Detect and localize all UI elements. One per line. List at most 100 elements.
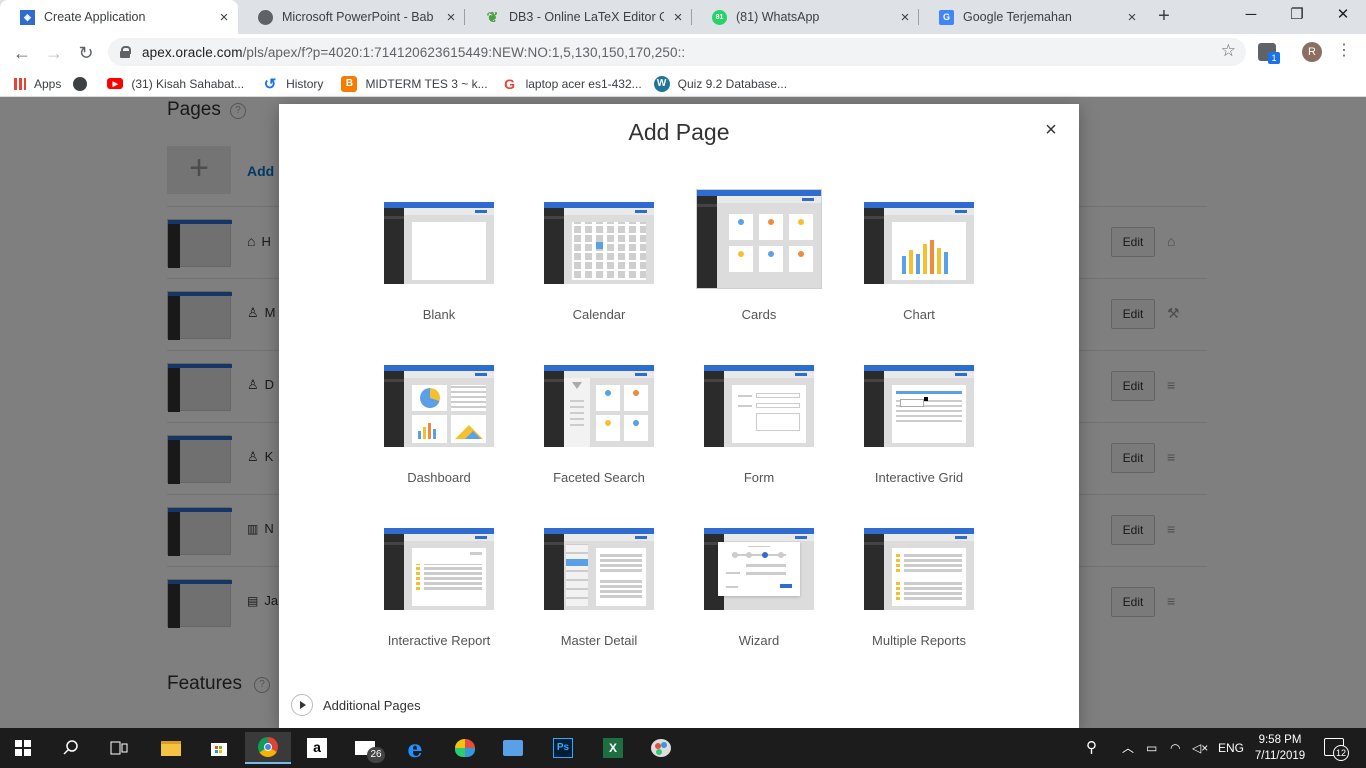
close-tab-icon[interactable]: ×	[1118, 9, 1146, 26]
clock-time: 9:58 PM	[1258, 734, 1302, 746]
tab-overleaf[interactable]: ❦ DB3 - Online LaTeX Editor Ove ×	[465, 0, 692, 34]
blank-thumbnail	[384, 202, 494, 284]
bookmarks-bar: Apps ▶ (31) Kisah Sahabat... ↺ History B…	[0, 71, 1366, 97]
page-type-master-detail[interactable]: Master Detail	[529, 520, 669, 668]
close-icon[interactable]: ×	[1041, 120, 1061, 140]
card-label: Master Detail	[560, 633, 638, 648]
window-close-button[interactable]: ✕	[1320, 0, 1366, 30]
bookmark-apps[interactable]: Apps	[14, 77, 61, 91]
wordpress-icon: W	[653, 75, 670, 92]
multiple-reports-thumbnail	[864, 528, 974, 610]
edge-icon[interactable]: e	[392, 732, 438, 764]
bookmark-label: laptop acer es1-432...	[525, 76, 642, 91]
globe-icon	[73, 76, 88, 91]
clock-date: 7/11/2019	[1254, 750, 1306, 762]
additional-pages-toggle[interactable]: Additional Pages	[291, 694, 421, 716]
blogger-icon: B	[341, 75, 358, 92]
search-icon[interactable]	[48, 732, 94, 764]
back-arrow-icon[interactable]: ←	[9, 40, 35, 66]
mail-icon[interactable]: 26	[342, 732, 388, 764]
store-icon[interactable]	[196, 732, 242, 764]
maximize-button[interactable]: ❐	[1274, 0, 1320, 30]
page-type-cards[interactable]: Cards	[689, 190, 829, 338]
bookmark-label: Apps	[34, 76, 62, 91]
form-thumbnail	[704, 365, 814, 447]
page-type-multiple-reports[interactable]: Multiple Reports	[849, 520, 989, 668]
mail-badge: 26	[367, 747, 385, 763]
new-tab-button[interactable]: +	[1152, 6, 1176, 28]
file-explorer-icon[interactable]	[148, 732, 194, 764]
interactive-grid-thumbnail	[864, 365, 974, 447]
magnifier-app-icon[interactable]	[490, 732, 536, 764]
forward-arrow-icon[interactable]: →	[41, 40, 67, 66]
bookmark-quiz[interactable]: W Quiz 9.2 Database...	[653, 75, 787, 92]
paint-icon[interactable]	[442, 732, 488, 764]
tab-title: DB3 - Online LaTeX Editor Ove	[509, 10, 664, 24]
youtube-icon: ▶	[107, 78, 124, 89]
paint-palette-icon[interactable]	[638, 732, 684, 764]
page-type-blank[interactable]: Blank	[369, 194, 509, 342]
extension-icon[interactable]: 1	[1258, 43, 1280, 64]
bookmark-kisah-sahabat[interactable]: ▶ (31) Kisah Sahabat...	[107, 77, 244, 91]
extension-badge: 1	[1268, 52, 1280, 64]
people-icon[interactable]: ⚲	[1086, 728, 1097, 768]
page-type-wizard[interactable]: Wizard	[689, 520, 829, 668]
page-type-interactive-grid[interactable]: Interactive Grid	[849, 357, 989, 505]
google-translate-icon: G	[939, 9, 954, 25]
excel-icon[interactable]: X	[590, 732, 636, 764]
page-type-form[interactable]: Form	[689, 357, 829, 505]
card-label: Chart	[903, 307, 935, 322]
minimize-button[interactable]: ─	[1228, 0, 1274, 30]
card-label: Interactive Report	[387, 633, 491, 648]
tab-title: Microsoft PowerPoint - Bab 3.p	[282, 10, 437, 24]
url-host: apex.oracle.com	[142, 44, 243, 60]
card-label: Cards	[741, 307, 777, 322]
play-triangle-icon	[291, 694, 313, 716]
tab-powerpoint[interactable]: Microsoft PowerPoint - Bab 3.p ×	[238, 0, 465, 34]
avatar[interactable]: R	[1302, 42, 1322, 62]
notification-icon[interactable]: 12	[1324, 738, 1349, 761]
wifi-icon[interactable]: ◠	[1170, 728, 1180, 768]
task-view-icon[interactable]	[96, 732, 142, 764]
reload-icon[interactable]: ↻	[73, 40, 99, 66]
battery-icon[interactable]: ▭	[1146, 728, 1157, 768]
address-bar[interactable]: apex.oracle.com/pls/apex/f?p=4020:1:7141…	[108, 38, 1246, 66]
tab-create-application[interactable]: ◈ Create Application ×	[0, 0, 238, 34]
volume-icon[interactable]: ◁×	[1192, 728, 1208, 768]
amazon-icon[interactable]: a	[294, 732, 340, 764]
card-label: Form	[743, 470, 775, 485]
page-type-faceted-search[interactable]: Faceted Search	[529, 357, 669, 505]
photoshop-icon[interactable]: Ps	[540, 732, 586, 764]
page-type-calendar[interactable]: Calendar	[529, 194, 669, 342]
page-type-chart[interactable]: Chart	[849, 194, 989, 342]
chevron-up-icon[interactable]: ︿	[1122, 728, 1134, 768]
apex-icon: ◈	[20, 9, 35, 25]
bookmark-label: (31) Kisah Sahabat...	[131, 76, 245, 91]
system-clock[interactable]: 9:58 PM 7/11/2019	[1252, 732, 1308, 764]
close-tab-icon[interactable]: ×	[664, 9, 692, 26]
windows-start-icon[interactable]	[0, 732, 46, 764]
close-tab-icon[interactable]: ×	[437, 9, 465, 26]
language-indicator[interactable]: ENG	[1218, 728, 1244, 768]
browser-toolbar: ← → ↻ apex.oracle.com/pls/apex/f?p=4020:…	[0, 34, 1366, 71]
chrome-menu-icon[interactable]: ⋮	[1336, 40, 1352, 60]
tab-google-translate[interactable]: G Google Terjemahan ×	[919, 0, 1146, 34]
bookmark-globe[interactable]	[73, 76, 95, 91]
chrome-icon[interactable]	[245, 732, 291, 764]
close-tab-icon[interactable]: ×	[210, 9, 238, 26]
bookmark-midterm[interactable]: B MIDTERM TES 3 ~ k...	[341, 75, 488, 92]
tab-whatsapp[interactable]: 81 (81) WhatsApp ×	[692, 0, 919, 34]
tab-title: Create Application	[44, 10, 146, 24]
bookmark-history[interactable]: ↺ History	[262, 75, 324, 93]
page-type-dashboard[interactable]: Dashboard	[369, 357, 509, 505]
url-path: /pls/apex/f?p=4020:1:714120623615449:NEW…	[242, 44, 686, 60]
bookmark-star-icon[interactable]: ☆	[1221, 41, 1236, 61]
apps-grid-icon	[14, 77, 26, 90]
additional-pages-label: Additional Pages	[323, 697, 421, 713]
url-text[interactable]: apex.oracle.com/pls/apex/f?p=4020:1:7141…	[142, 45, 685, 60]
close-tab-icon[interactable]: ×	[891, 9, 919, 26]
history-icon: ↺	[263, 75, 277, 93]
card-label: Calendar	[572, 307, 626, 322]
page-type-interactive-report[interactable]: Interactive Report	[369, 520, 509, 668]
bookmark-laptop[interactable]: G laptop acer es1-432...	[502, 76, 642, 92]
